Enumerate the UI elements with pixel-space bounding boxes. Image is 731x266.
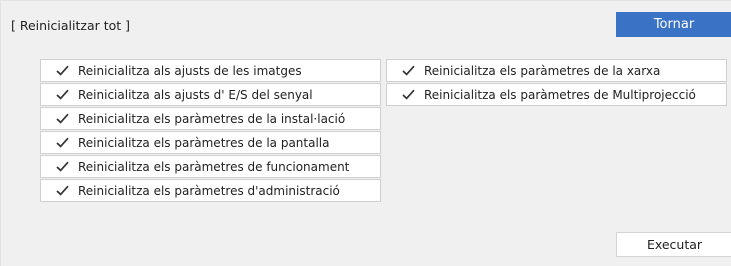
option-reset-installation-settings[interactable]: Reinicialitza els paràmetres de la insta… bbox=[40, 107, 381, 130]
reset-all-panel: [ Reinicialitzar tot ] Tornar Reiniciali… bbox=[0, 0, 731, 266]
check-icon bbox=[55, 64, 69, 78]
check-icon bbox=[55, 160, 69, 174]
check-icon bbox=[55, 184, 69, 198]
option-label: Reinicialitza els paràmetres de Multipro… bbox=[424, 87, 696, 102]
option-label: Reinicialitza els paràmetres d'administr… bbox=[78, 183, 340, 198]
option-label: Reinicialitza els paràmetres de la panta… bbox=[78, 135, 330, 150]
option-reset-network-settings[interactable]: Reinicialitza els paràmetres de la xarxa bbox=[386, 59, 727, 82]
page-title: [ Reinicialitzar tot ] bbox=[11, 18, 131, 33]
option-reset-display-settings[interactable]: Reinicialitza els paràmetres de la panta… bbox=[40, 131, 381, 154]
check-icon bbox=[401, 88, 415, 102]
option-label: Reinicialitza als ajusts d' E/S del seny… bbox=[78, 87, 313, 102]
option-reset-operation-settings[interactable]: Reinicialitza els paràmetres de funciona… bbox=[40, 155, 381, 178]
check-icon bbox=[401, 64, 415, 78]
option-reset-signal-io-settings[interactable]: Reinicialitza als ajusts d' E/S del seny… bbox=[40, 83, 381, 106]
option-label: Reinicialitza els paràmetres de la xarxa bbox=[424, 63, 661, 78]
option-reset-administration-settings[interactable]: Reinicialitza els paràmetres d'administr… bbox=[40, 179, 381, 202]
back-button[interactable]: Tornar bbox=[616, 12, 731, 37]
option-label: Reinicialitza als ajusts de les imatges bbox=[78, 63, 302, 78]
check-icon bbox=[55, 112, 69, 126]
options-list-left: Reinicialitza als ajusts de les imatges … bbox=[40, 59, 381, 203]
options-list-right: Reinicialitza els paràmetres de la xarxa… bbox=[386, 59, 727, 107]
option-reset-multiprojection-settings[interactable]: Reinicialitza els paràmetres de Multipro… bbox=[386, 83, 727, 106]
option-label: Reinicialitza els paràmetres de la insta… bbox=[78, 111, 346, 126]
option-label: Reinicialitza els paràmetres de funciona… bbox=[78, 159, 350, 174]
execute-button[interactable]: Executar bbox=[616, 232, 731, 257]
check-icon bbox=[55, 88, 69, 102]
option-reset-image-settings[interactable]: Reinicialitza als ajusts de les imatges bbox=[40, 59, 381, 82]
check-icon bbox=[55, 136, 69, 150]
